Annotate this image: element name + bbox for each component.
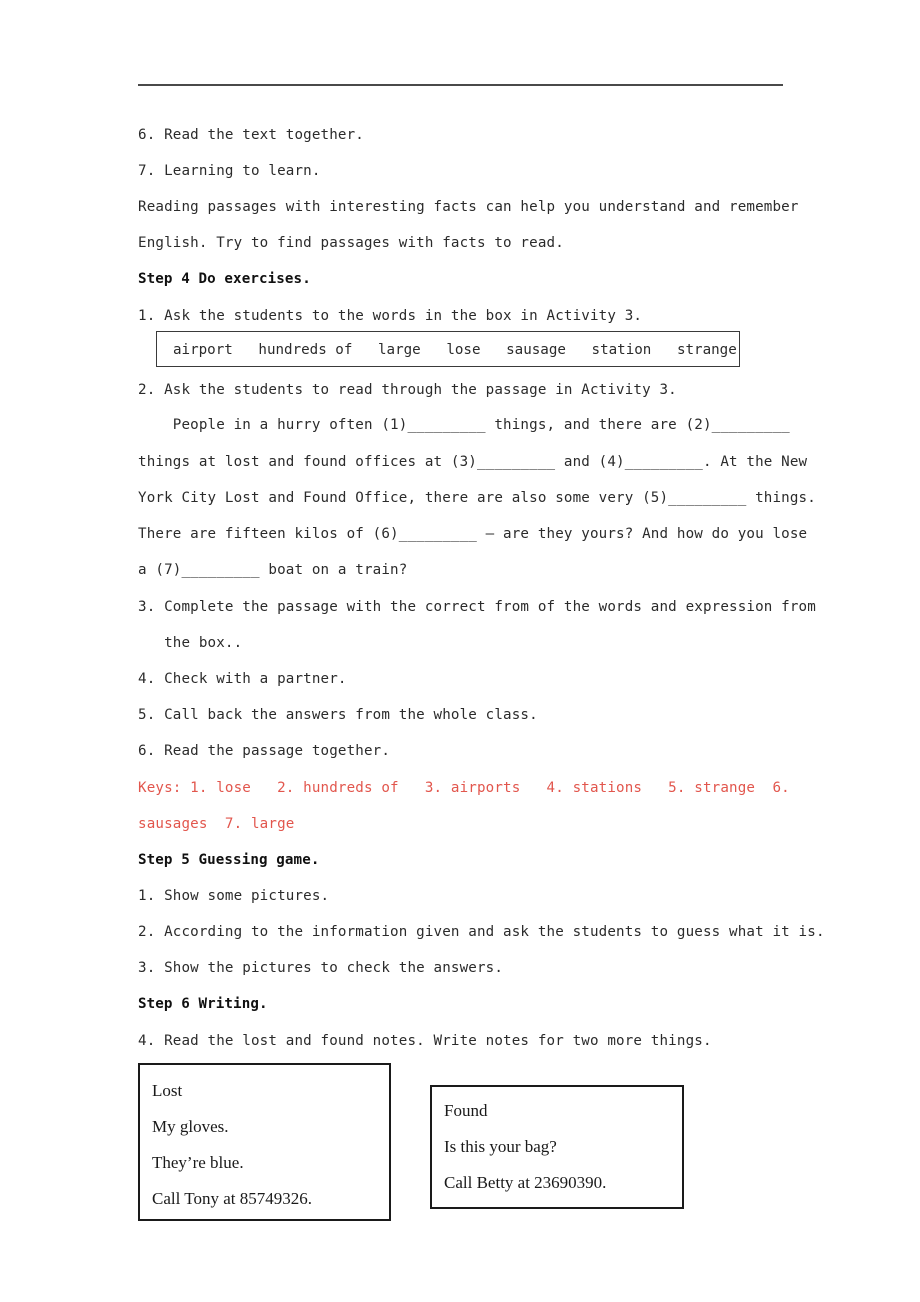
step-4-item-6: 6. Read the passage together. bbox=[138, 743, 391, 759]
answer-keys-line-2: sausages 7. large bbox=[138, 816, 295, 832]
lost-note-item: My gloves. bbox=[152, 1117, 229, 1136]
found-note-contact: Call Betty at 23690390. bbox=[444, 1173, 607, 1192]
cloze-passage-line-2: things at lost and found offices at (3)_… bbox=[138, 454, 808, 470]
step-5-item-3: 3. Show the pictures to check the answer… bbox=[138, 960, 504, 976]
cloze-passage-line-1: People in a hurry often (1)_________ thi… bbox=[138, 417, 790, 433]
step-6-heading: Step 6 Writing. bbox=[138, 996, 268, 1012]
cloze-passage-line-5: a (7)_________ boat on a train? bbox=[138, 562, 408, 578]
lost-note-content: Lost My gloves. They’re blue. Call Tony … bbox=[152, 1073, 383, 1217]
lost-note-description: They’re blue. bbox=[152, 1153, 244, 1172]
step-4-item-4: 4. Check with a partner. bbox=[138, 671, 347, 687]
step-5-heading: Step 5 Guessing game. bbox=[138, 852, 320, 868]
step-4-item-2: 2. Ask the students to read through the … bbox=[138, 382, 677, 398]
lost-note-box: Lost My gloves. They’re blue. Call Tony … bbox=[138, 1063, 391, 1221]
document-page: 6. Read the text together. 7. Learning t… bbox=[0, 0, 920, 1302]
found-note-title: Found bbox=[444, 1101, 488, 1120]
lost-note-contact: Call Tony at 85749326. bbox=[152, 1189, 312, 1208]
list-item-read-text: 6. Read the text together. bbox=[138, 127, 364, 143]
step-4-item-5: 5. Call back the answers from the whole … bbox=[138, 707, 538, 723]
cloze-passage-line-3: York City Lost and Found Office, there a… bbox=[138, 490, 816, 506]
step-4-item-1: 1. Ask the students to the words in the … bbox=[138, 308, 643, 324]
cloze-passage-line-4: There are fifteen kilos of (6)_________ … bbox=[138, 526, 808, 542]
header-rule bbox=[138, 84, 783, 86]
found-note-content: Found Is this your bag? Call Betty at 23… bbox=[444, 1093, 676, 1201]
lost-note-title: Lost bbox=[152, 1081, 183, 1100]
answer-keys-line-1: Keys: 1. lose 2. hundreds of 3. airports… bbox=[138, 780, 790, 796]
vocabulary-word-list: airport hundreds of large lose sausage s… bbox=[173, 342, 737, 358]
found-note-question: Is this your bag? bbox=[444, 1137, 557, 1156]
learning-paragraph-line-1: Reading passages with interesting facts … bbox=[138, 199, 799, 215]
step-4-item-3-line-2: the box.. bbox=[138, 635, 243, 651]
step-6-item-4: 4. Read the lost and found notes. Write … bbox=[138, 1033, 712, 1049]
step-4-item-3-line-1: 3. Complete the passage with the correct… bbox=[138, 599, 816, 615]
step-5-item-2: 2. According to the information given an… bbox=[138, 924, 825, 940]
learning-paragraph-line-2: English. Try to find passages with facts… bbox=[138, 235, 564, 251]
step-5-item-1: 1. Show some pictures. bbox=[138, 888, 330, 904]
vocabulary-word-box: airport hundreds of large lose sausage s… bbox=[156, 331, 740, 367]
found-note-box: Found Is this your bag? Call Betty at 23… bbox=[430, 1085, 684, 1209]
list-item-learning-to-learn: 7. Learning to learn. bbox=[138, 163, 321, 179]
step-4-heading: Step 4 Do exercises. bbox=[138, 271, 311, 287]
